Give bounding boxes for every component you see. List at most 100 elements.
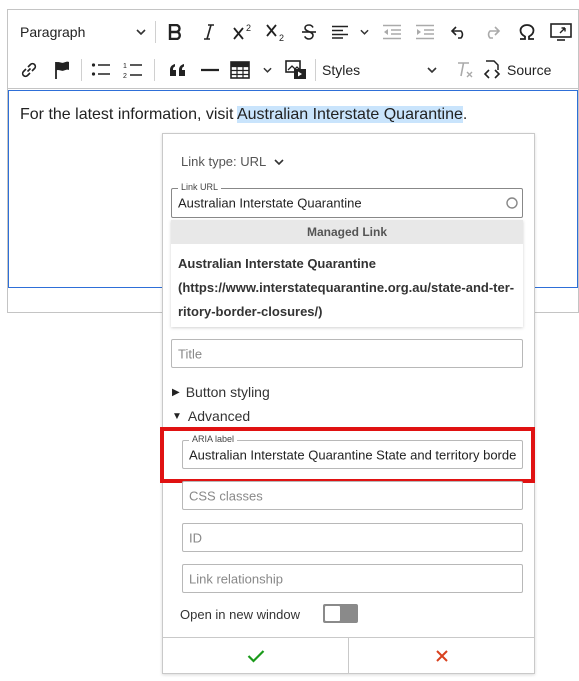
omega-icon <box>519 23 535 40</box>
chevron-down-icon <box>274 158 284 165</box>
svg-text:2: 2 <box>279 33 284 42</box>
editor-toolbar: Paragraph 2 2 1 2 Styles Source <box>8 10 578 89</box>
link-icon <box>21 62 37 78</box>
outdent-icon <box>383 24 401 40</box>
outdent-button[interactable] <box>380 20 404 44</box>
media-icon <box>285 60 306 79</box>
managed-link-suggestion[interactable]: Managed Link Australian Interstate Quara… <box>171 220 523 327</box>
italic-icon <box>204 24 214 40</box>
close-icon <box>435 650 448 662</box>
bold-icon <box>168 24 181 40</box>
remove-format-icon <box>458 62 473 78</box>
table-icon <box>230 61 250 79</box>
strikethrough-button[interactable] <box>298 20 320 44</box>
subscript-icon: 2 <box>266 24 284 42</box>
styles-dropdown[interactable]: Styles <box>321 58 441 82</box>
numbered-list-button[interactable]: 12 <box>121 58 145 82</box>
aria-label-input[interactable]: ARIA label Australian Interstate Quarant… <box>182 434 523 469</box>
managed-link-item[interactable]: Australian Interstate Quarantine (https:… <box>171 244 523 332</box>
checkmark-icon <box>247 650 264 663</box>
bulleted-list-icon <box>91 63 110 76</box>
selected-link-text[interactable]: Australian Interstate Quarantine <box>236 106 463 123</box>
link-url-label: Link URL <box>178 182 222 192</box>
numbered-list-icon: 12 <box>123 63 142 79</box>
undo-icon <box>450 26 464 39</box>
css-classes-placeholder: CSS classes <box>189 488 263 503</box>
anchor-button[interactable] <box>50 58 74 82</box>
align-left-icon <box>332 25 348 39</box>
paragraph-text-end: . <box>462 106 468 123</box>
triangle-right-icon: ▶ <box>172 386 180 398</box>
open-new-window-label: Open in new window <box>180 607 300 622</box>
indent-icon <box>416 24 434 40</box>
button-styling-label: Button styling <box>185 384 270 400</box>
save-button[interactable] <box>163 638 348 674</box>
svg-text:2: 2 <box>246 23 251 33</box>
link-relationship-placeholder: Link relationship <box>189 571 283 586</box>
svg-text:1: 1 <box>123 63 127 70</box>
strikethrough-icon <box>302 24 316 40</box>
chevron-down-icon <box>360 29 369 35</box>
link-relationship-input[interactable]: Link relationship <box>182 564 523 593</box>
loading-spinner-icon <box>506 197 518 209</box>
switch-knob <box>325 606 340 621</box>
source-label: Source <box>507 62 552 78</box>
quote-icon <box>170 64 185 76</box>
managed-link-header: Managed Link <box>171 220 523 244</box>
css-classes-input[interactable]: CSS classes <box>182 481 523 510</box>
open-new-window-switch[interactable] <box>323 604 358 623</box>
chevron-down-icon <box>263 67 272 73</box>
styles-dropdown-value: Styles <box>322 62 361 78</box>
redo-icon <box>487 26 501 39</box>
insert-table-dropdown[interactable] <box>230 58 272 82</box>
alignment-dropdown[interactable] <box>331 20 369 44</box>
title-placeholder: Title <box>178 346 203 361</box>
svg-text:2: 2 <box>123 73 127 79</box>
title-input[interactable]: Title <box>171 339 523 368</box>
fullscreen-button[interactable] <box>548 20 574 44</box>
remove-format-button[interactable] <box>453 58 477 82</box>
link-type-value: Link type: URL <box>181 154 267 169</box>
id-placeholder: ID <box>189 530 202 545</box>
bold-button[interactable] <box>164 20 186 44</box>
flag-icon <box>55 61 69 79</box>
link-url-field[interactable]: Link URL Australian Interstate Quarantin… <box>171 182 523 218</box>
bulleted-list-button[interactable] <box>89 58 113 82</box>
redo-button[interactable] <box>480 20 504 44</box>
superscript-button[interactable]: 2 <box>231 20 255 44</box>
fullscreen-icon <box>550 23 572 41</box>
button-styling-toggle[interactable]: ▶ Button styling <box>172 384 270 400</box>
superscript-icon: 2 <box>233 23 251 40</box>
dialog-actions <box>163 637 534 674</box>
aria-label-label: ARIA label <box>189 434 238 444</box>
managed-link-title: Australian Interstate Quarantine <box>178 256 376 271</box>
special-characters-button[interactable] <box>515 20 539 44</box>
link-type-dropdown[interactable]: Link type: URL <box>181 154 284 169</box>
paragraph: For the latest information, visit Austra… <box>20 106 467 124</box>
chevron-down-icon <box>136 29 146 35</box>
insert-media-button[interactable] <box>283 58 309 82</box>
aria-label-value: Australian Interstate Quarantine State a… <box>189 447 517 462</box>
indent-button[interactable] <box>413 20 437 44</box>
heading-dropdown[interactable]: Paragraph <box>14 20 150 44</box>
heading-dropdown-value: Paragraph <box>20 24 86 40</box>
link-button[interactable] <box>17 58 41 82</box>
advanced-toggle[interactable]: ▼ Advanced <box>172 408 250 424</box>
managed-link-url-line2: ritory-border-closures/) <box>178 304 323 319</box>
paragraph-text: For the latest information, visit <box>20 106 237 123</box>
managed-link-url-line1: (https://www.interstatequarantine.org.au… <box>178 280 515 295</box>
blockquote-button[interactable] <box>166 58 190 82</box>
italic-button[interactable] <box>198 20 220 44</box>
chevron-down-icon <box>427 67 437 73</box>
triangle-down-icon: ▼ <box>172 410 182 422</box>
cancel-button[interactable] <box>348 638 534 674</box>
id-input[interactable]: ID <box>182 523 523 552</box>
source-button[interactable]: Source <box>482 58 558 82</box>
horizontal-line-button[interactable] <box>198 58 222 82</box>
undo-button[interactable] <box>447 20 471 44</box>
horizontal-line-icon <box>201 68 219 72</box>
subscript-button[interactable]: 2 <box>264 20 288 44</box>
link-dialog: Link type: URL Link URL Australian Inter… <box>160 133 535 674</box>
advanced-label: Advanced <box>187 408 251 424</box>
link-url-value: Australian Interstate Quarantine <box>178 195 362 211</box>
